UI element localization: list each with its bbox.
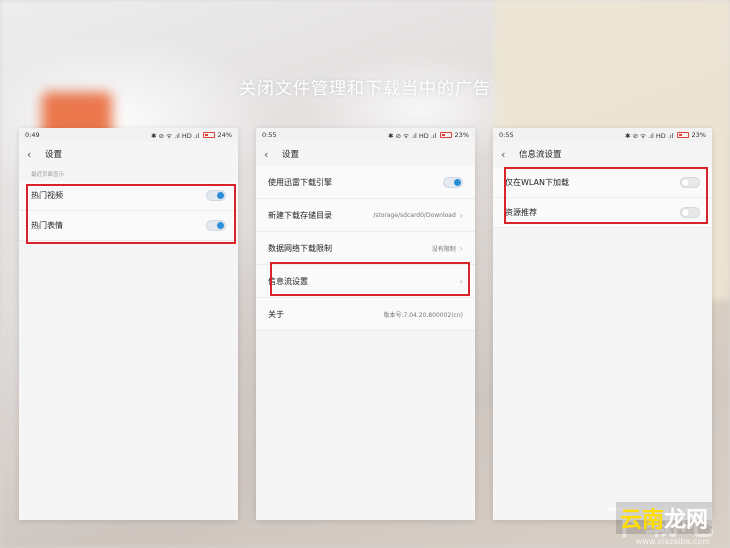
row-label: 数据网络下载限制 (268, 243, 332, 253)
settings-row-feed-settings[interactable]: 信息流设置 › (256, 265, 475, 298)
back-arrow-icon[interactable]: ‹ (27, 149, 37, 160)
phone-screen-2: 0:55 ✱ ⊘ ᯤ .ıl HD .ıl 23% ‹ 设置 使用迅雷下载引擎 … (256, 128, 475, 520)
battery-icon (676, 132, 689, 138)
settings-row-data-limit[interactable]: 数据网络下载限制 没有限制 › (256, 232, 475, 265)
status-icons: ✱ ⊘ ᯤ .ıl HD .ıl (388, 131, 437, 140)
row-label: 仅在WLAN下加载 (505, 178, 570, 187)
page-title: 信息流设置 (519, 150, 562, 160)
chevron-right-icon: › (459, 210, 463, 220)
row-label: 热门表情 (31, 221, 63, 230)
page-title: 设置 (45, 150, 63, 160)
row-value: 没有限制 (431, 245, 456, 253)
app-bar: ‹ 设置 (256, 142, 475, 166)
phone-screen-1: 0:49 ✱ ⊘ ᯤ .ıl HD .ıl 24% ‹ 设置 最近页面显示 热门… (19, 128, 238, 520)
battery-icon (439, 132, 452, 138)
status-time: 0:55 (499, 131, 514, 139)
status-bar: 0:55 ✱ ⊘ ᯤ .ıl HD .ıl 23% (256, 128, 475, 142)
watermark-brand: 云南龙网 (615, 502, 712, 534)
page-title: 设置 (282, 150, 300, 160)
row-label: 信息流设置 (268, 276, 308, 286)
status-icons: ✱ ⊘ ᯤ .ıl HD .ıl (151, 131, 200, 140)
toggle-knob (682, 179, 689, 186)
toggle-switch[interactable] (680, 177, 700, 188)
watermark-brand-a: 云南 (619, 508, 664, 533)
toggle-knob (217, 192, 224, 199)
status-bar: 0:55 ✱ ⊘ ᯤ .ıl HD .ıl 23% (493, 128, 712, 142)
settings-row-hot-videos[interactable]: 热门视频 (19, 181, 238, 211)
back-arrow-icon[interactable]: ‹ (264, 149, 274, 160)
status-time: 0:55 (262, 131, 277, 139)
chevron-right-icon: › (459, 276, 463, 286)
row-label: 使用迅雷下载引擎 (268, 177, 332, 187)
row-value: /storage/sdcard0/Download (373, 211, 456, 219)
battery-level: 24% (217, 131, 232, 139)
battery-icon (202, 132, 215, 138)
row-label: 关于 (268, 309, 284, 319)
toggle-switch[interactable] (680, 207, 700, 218)
settings-row-resource-recommend[interactable]: 资源推荐 (493, 198, 712, 228)
toggle-switch[interactable] (443, 176, 463, 188)
battery-level: 23% (691, 131, 706, 139)
app-bar: ‹ 信息流设置 (493, 142, 712, 166)
headline: 关闭文件管理和下载当中的广告 (239, 79, 491, 99)
chevron-right-icon: › (459, 243, 463, 253)
status-bar: 0:49 ✱ ⊘ ᯤ .ıl HD .ıl 24% (19, 128, 238, 142)
settings-row-xunlei-engine[interactable]: 使用迅雷下载引擎 (256, 166, 475, 199)
row-label: 新建下载存储目录 (268, 210, 332, 220)
row-label: 热门视频 (31, 191, 63, 200)
settings-row-wlan-only[interactable]: 仅在WLAN下加载 (493, 168, 712, 198)
status-icons: ✱ ⊘ ᯤ .ıl HD .ıl (625, 131, 674, 140)
row-label: 资源推荐 (505, 208, 537, 217)
toggle-knob (454, 178, 461, 186)
status-time: 0:49 (25, 131, 40, 139)
toggle-knob (682, 209, 689, 216)
back-arrow-icon[interactable]: ‹ (501, 149, 511, 160)
section-hint: 最近页面显示 (31, 172, 65, 178)
toggle-switch[interactable] (206, 190, 226, 201)
phone-screen-3: 0:55 ✱ ⊘ ᯤ .ıl HD .ıl 23% ‹ 信息流设置 仅在WLAN… (493, 128, 712, 520)
app-bar: ‹ 设置 (19, 142, 238, 166)
row-value: 版本号:7.04.20.800002(cn) (383, 311, 463, 319)
toggle-knob (217, 222, 224, 229)
watermark-url: www.xiazaiba.com (635, 537, 710, 546)
watermark-brand-b: 龙网 (663, 508, 708, 533)
settings-row-hot-stickers[interactable]: 热门表情 (19, 211, 238, 241)
settings-row-about[interactable]: 关于 版本号:7.04.20.800002(cn) (256, 298, 475, 331)
settings-row-download-dir[interactable]: 新建下载存储目录 /storage/sdcard0/Download › (256, 199, 475, 232)
battery-level: 23% (454, 131, 469, 139)
toggle-switch[interactable] (206, 220, 226, 231)
